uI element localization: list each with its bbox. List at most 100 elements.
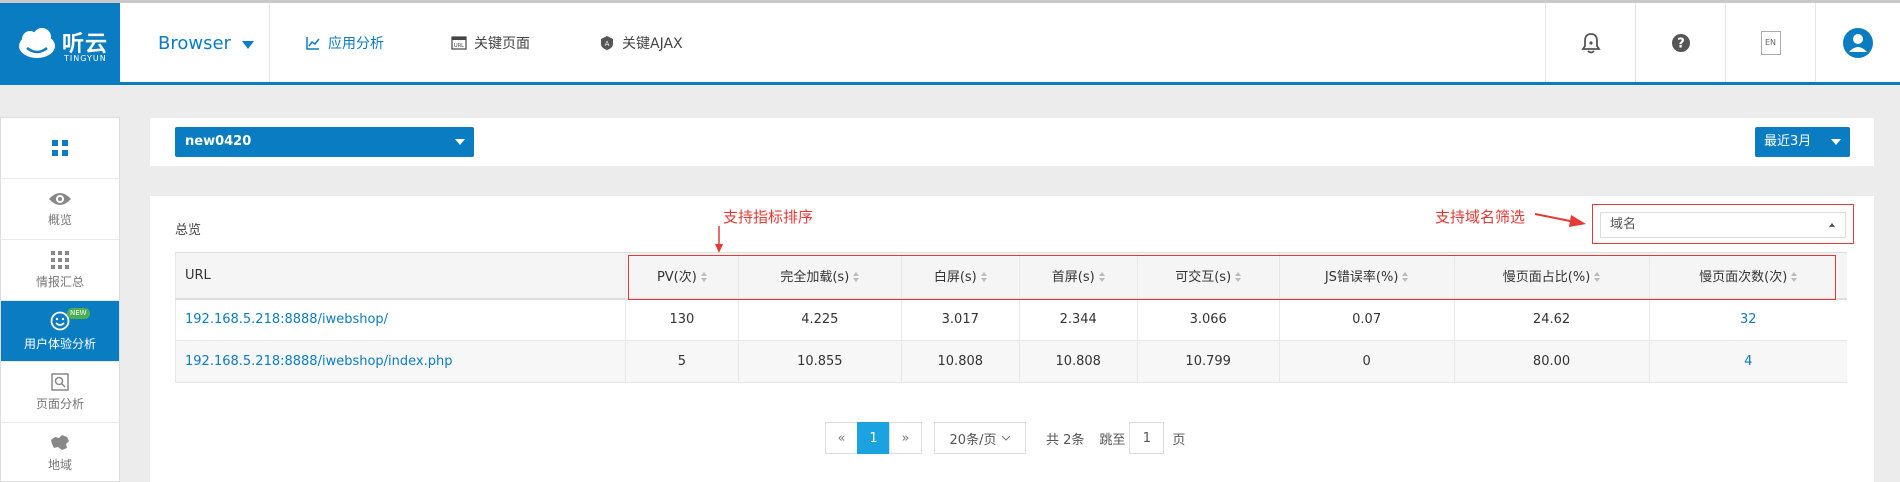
app-select[interactable]: new0420 [175,127,474,157]
page-size-select[interactable]: 20条/页 [934,422,1026,454]
page-1-button[interactable]: 1 [857,422,890,454]
column-header-label: 首屏(s) [1051,269,1095,285]
sidebar-item-ux-analysis[interactable]: NEW 用户体验分析 [1,301,119,362]
new-badge: NEW [67,308,90,319]
sidebar-item-label: 概览 [47,212,72,227]
table-row: 192.168.5.218:8888/iwebshop/index.php 5 … [175,340,1847,383]
sort-icon[interactable] [1235,272,1242,283]
ajax-shield-icon: A [601,35,613,50]
chevron-down-icon [1002,435,1011,441]
sidebar-item-label: 地域 [47,457,72,472]
slow-count-link[interactable]: 4 [1648,340,1847,383]
column-header-label: PV(次) [656,269,697,285]
table-cell: 10.808 [900,340,1020,383]
slow-count-link[interactable]: 32 [1648,298,1847,341]
table-row: 192.168.5.218:8888/iwebshop/ 130 4.225 3… [175,298,1847,341]
column-header-slow-page-ratio[interactable]: 慢页面占比(%) [1453,252,1649,300]
column-header-label: 慢页面占比(%) [1502,269,1591,285]
column-header-white-screen[interactable]: 白屏(s) [900,252,1020,300]
help-icon: ? [1671,33,1690,52]
map-icon [51,434,69,450]
sidebar-item-label: 页面分析 [35,396,84,411]
cloud-logo-icon [19,28,55,58]
eye-icon [49,192,71,205]
svg-text:?: ? [1677,36,1685,51]
nav-app-analysis[interactable]: 应用分析 [305,3,384,82]
column-header-label: 可交互(s) [1175,269,1232,285]
overview-table-wrap: URL PV(次) 完全加载(s) 白屏(s) 首屏(s) 可交互(s) JS错… [175,252,1847,383]
sidebar-item-overview[interactable]: 概览 [1,179,119,240]
table-cell: 0 [1278,340,1455,383]
url-icon: URL [451,35,467,50]
annotation-sort: 支持指标排序 [723,208,814,226]
column-header-url: URL [175,252,626,300]
page-search-icon [51,372,69,391]
sort-icon[interactable] [853,272,860,283]
url-link[interactable]: 192.168.5.218:8888/iwebshop/index.php [175,340,626,383]
sort-icon[interactable] [980,272,987,283]
table-cell: 0.07 [1278,298,1455,341]
column-header-label: URL [185,267,211,283]
sidebar-item-page-analysis[interactable]: 页面分析 [1,362,119,423]
time-range-select[interactable]: 最近3月 [1755,127,1850,157]
column-header-slow-page-count[interactable]: 慢页面次数(次) [1648,252,1847,300]
svg-text:A: A [605,40,610,48]
sort-icon[interactable] [1402,272,1409,283]
grid-icon [52,140,68,156]
annotation-domain: 支持域名筛选 [1435,208,1526,226]
language-button[interactable]: EN [1725,3,1815,82]
nav-key-pages[interactable]: URL 关键页面 [451,3,530,82]
product-label: Browser [158,33,231,54]
table-cell: 10.855 [737,340,902,383]
user-button[interactable] [1815,3,1900,82]
sidebar-item-region[interactable]: 地域 [1,423,119,482]
column-header-pv[interactable]: PV(次) [624,252,739,300]
user-icon [1843,27,1873,58]
app-select-value: new0420 [185,134,252,149]
sort-icon[interactable] [700,272,707,283]
top-bar: 听云 TINGYUN Browser 应用分析 URL 关键页面 A 关键AJA… [0,0,1900,85]
next-page-button[interactable]: » [889,422,922,454]
help-button[interactable]: ? [1635,3,1725,82]
language-badge: EN [1760,30,1781,55]
filter-bar: new0420 最近3月 [150,118,1874,166]
column-header-label: JS错误率(%) [1324,269,1399,285]
nav-app-analysis-label: 应用分析 [328,35,384,52]
sidebar-item-intel-summary[interactable]: 情报汇总 [1,240,119,301]
jump-page-input[interactable]: 1 [1129,422,1165,454]
overview-table: URL PV(次) 完全加载(s) 白屏(s) 首屏(s) 可交互(s) JS错… [175,252,1847,383]
sort-icon[interactable] [1791,272,1798,283]
url-link[interactable]: 192.168.5.218:8888/iwebshop/ [175,298,626,341]
sort-icon[interactable] [1594,272,1601,283]
product-switcher[interactable]: Browser [120,3,270,82]
column-header-full-load[interactable]: 完全加载(s) [737,252,902,300]
caret-down-icon [1831,139,1841,145]
bell-icon [1580,32,1601,53]
table-cell: 4.225 [737,298,902,341]
apps-icon [51,250,69,269]
nav-key-pages-label: 关键页面 [474,35,530,52]
column-header-first-screen[interactable]: 首屏(s) [1018,252,1138,300]
column-header-label: 完全加载(s) [780,269,850,285]
language-label: EN [1764,38,1777,47]
table-cell: 24.62 [1453,298,1649,341]
caret-down-icon [455,139,465,145]
notification-button[interactable] [1545,3,1635,82]
prev-page-button[interactable]: « [825,422,858,454]
column-header-interactive[interactable]: 可交互(s) [1136,252,1280,300]
arrow-down-icon [715,226,723,253]
panel-title: 总览 [175,223,202,238]
nav-key-ajax[interactable]: A 关键AJAX [599,3,683,82]
column-header-js-error-rate[interactable]: JS错误率(%) [1278,252,1455,300]
sidebar-item-label: 用户体验分析 [23,336,96,351]
sidebar-item-menu[interactable] [1,118,119,179]
jump-unit-label: 页 [1172,432,1186,448]
logo[interactable]: 听云 TINGYUN [0,3,120,82]
nav-key-ajax-label: 关键AJAX [622,35,683,52]
column-header-label: 慢页面次数(次) [1699,269,1788,285]
domain-select[interactable]: 域名 [1600,212,1846,238]
table-cell: 3.066 [1136,298,1280,341]
pagination: « 1 » 20条/页 共 2条 跳至 1 页 [825,422,1186,454]
sort-icon[interactable] [1098,272,1105,283]
caret-down-icon [242,41,254,49]
